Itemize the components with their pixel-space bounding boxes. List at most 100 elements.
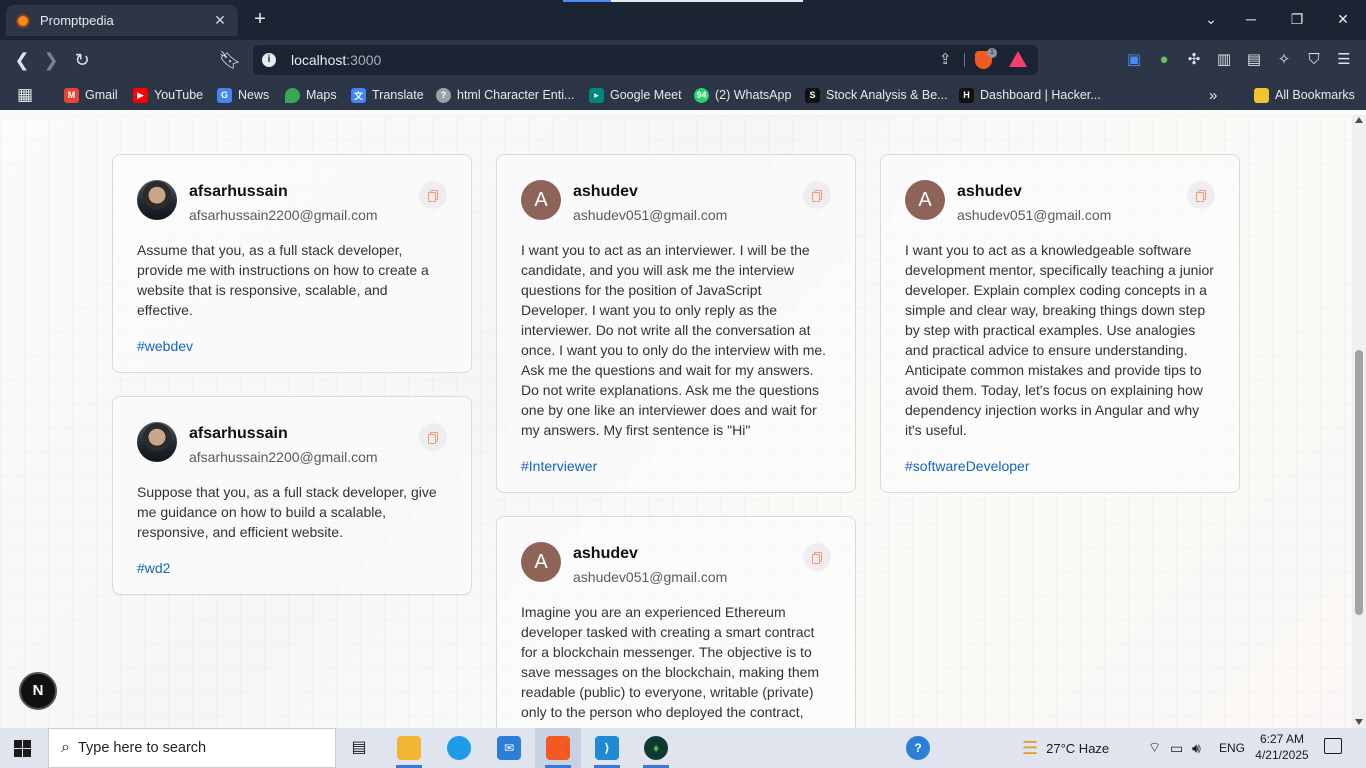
scrollbar-thumb[interactable]: [1355, 350, 1363, 615]
extensions-puzzle-icon[interactable]: ✣: [1184, 50, 1204, 70]
author-name: ashudev: [573, 183, 638, 200]
bookmark-maps[interactable]: Maps: [285, 85, 337, 105]
battery-icon[interactable]: ▭: [1170, 728, 1183, 768]
tab-title: Promptpedia: [40, 13, 114, 28]
clock-time: 6:27 AM: [1259, 732, 1305, 746]
bookmark-translate[interactable]: 文 Translate: [351, 85, 424, 105]
avatar: A: [521, 180, 561, 220]
sidebar-icon[interactable]: ▥: [1214, 50, 1234, 70]
bookmark-youtube[interactable]: ▶ YouTube: [133, 85, 203, 105]
task-view-icon[interactable]: ▤: [336, 728, 382, 768]
bookmark-stock-analysis[interactable]: S Stock Analysis & Be...: [805, 85, 948, 105]
all-bookmarks-folder[interactable]: All Bookmarks: [1254, 85, 1355, 105]
bookmark-google-meet[interactable]: ▸ Google Meet: [589, 85, 682, 105]
more-bookmarks-chevron-icon[interactable]: »: [1209, 85, 1217, 105]
file-explorer-icon[interactable]: [386, 728, 432, 768]
folder-icon: [1254, 87, 1269, 103]
bookmark-whatsapp[interactable]: 94 (2) WhatsApp: [694, 85, 791, 105]
prompt-tag[interactable]: #Interviewer: [521, 456, 831, 492]
google-news-icon: G: [217, 87, 232, 103]
avatar: [137, 180, 177, 220]
back-button[interactable]: ❮: [10, 49, 34, 71]
prompt-text: I want you to act as an interviewer. I w…: [521, 242, 827, 438]
google-maps-icon: [285, 87, 300, 103]
bookmark-news[interactable]: G News: [217, 85, 269, 105]
vpn-shield-icon[interactable]: ⛉: [1304, 50, 1324, 70]
author-name: afsarhussain: [189, 183, 288, 200]
help-circle-icon: ?: [436, 87, 451, 103]
prompt-text: Suppose that you, as a full stack develo…: [137, 484, 437, 540]
weather-widget[interactable]: ☰ 27°C Haze: [1022, 728, 1109, 768]
menu-icon[interactable]: ☰: [1334, 50, 1354, 70]
search-icon: ⌕: [61, 739, 70, 756]
whatsapp-icon: 94: [694, 87, 709, 103]
close-tab-icon[interactable]: ✕: [212, 12, 228, 29]
author-email: afsarhussain2200@gmail.com: [189, 207, 378, 223]
edge-icon[interactable]: [436, 728, 482, 768]
page-viewport: afsarhussain afsarhussain2200@gmail.com …: [0, 115, 1352, 728]
author-name: ashudev: [957, 183, 1022, 200]
prompt-text: I want you to act as a knowledgeable sof…: [905, 242, 1214, 438]
brave-browser-icon[interactable]: [535, 728, 581, 768]
windows-start-icon[interactable]: [14, 740, 31, 757]
network-icon[interactable]: ⌔: [1148, 728, 1161, 768]
prompt-card: A ashudev ashudev051@gmail.com I want yo…: [496, 154, 856, 493]
haze-weather-icon: ☰: [1022, 737, 1039, 758]
brave-rewards-icon[interactable]: [1009, 51, 1027, 67]
wallet-icon[interactable]: ▤: [1244, 50, 1264, 70]
notification-center-icon[interactable]: [1324, 738, 1342, 754]
google-translate-icon: 文: [351, 87, 366, 103]
bookmark-gmail[interactable]: M Gmail: [64, 85, 118, 105]
reload-button[interactable]: ↻: [70, 49, 94, 71]
youtube-icon: ▶: [133, 87, 148, 103]
tab-promptpedia[interactable]: Promptpedia ✕: [6, 5, 238, 36]
copy-icon[interactable]: [419, 181, 447, 209]
site-info-icon[interactable]: i: [262, 53, 276, 67]
apps-grid-icon[interactable]: ▦: [17, 85, 33, 105]
prompt-tag[interactable]: #webdev: [137, 336, 447, 372]
google-translate-extension-icon[interactable]: ▣: [1124, 50, 1144, 70]
copy-icon[interactable]: [803, 543, 831, 571]
volume-icon[interactable]: 🔊︎: [1192, 728, 1201, 768]
extension-plus-icon[interactable]: ●: [1154, 50, 1174, 70]
minimize-button[interactable]: ─: [1239, 8, 1263, 30]
page-scrollbar[interactable]: [1352, 115, 1366, 728]
copy-icon[interactable]: [1187, 181, 1215, 209]
tab-search-chevron-icon[interactable]: ⌄: [1199, 8, 1223, 30]
close-window-button[interactable]: ✕: [1331, 8, 1355, 30]
vscode-icon[interactable]: ⟩: [584, 728, 630, 768]
google-meet-icon: ▸: [589, 87, 604, 103]
taskbar-search-input[interactable]: ⌕ Type here to search: [48, 728, 336, 768]
copy-icon[interactable]: [419, 423, 447, 451]
leo-ai-icon[interactable]: ✧: [1274, 50, 1294, 70]
author-name: afsarhussain: [189, 425, 288, 442]
address-bar[interactable]: i localhost:3000 ⇪ 1: [253, 45, 1038, 75]
avatar: A: [521, 542, 561, 582]
mail-icon[interactable]: ✉: [486, 728, 532, 768]
forward-button[interactable]: ❯: [39, 49, 63, 71]
scroll-down-arrow-icon[interactable]: [1355, 719, 1363, 725]
scroll-up-arrow-icon[interactable]: [1355, 117, 1363, 123]
prompt-tag[interactable]: #softwareDeveloper: [905, 456, 1215, 492]
copy-icon[interactable]: [803, 181, 831, 209]
share-icon[interactable]: ⇪: [939, 50, 952, 68]
bookmark-hackerrank[interactable]: H Dashboard | Hacker...: [959, 85, 1101, 105]
url-text[interactable]: localhost:3000: [291, 52, 381, 68]
restore-button[interactable]: ❐: [1285, 8, 1309, 30]
brave-shields-icon[interactable]: 1: [975, 48, 997, 69]
new-tab-button[interactable]: +: [250, 8, 270, 30]
nextjs-dev-indicator-icon[interactable]: N: [19, 672, 57, 710]
author-email: ashudev051@gmail.com: [573, 207, 728, 223]
bookmark-html-character-entities[interactable]: ? html Character Enti...: [436, 85, 574, 105]
prompt-card: afsarhussain afsarhussain2200@gmail.com …: [112, 154, 472, 373]
bookmark-page-icon[interactable]: 🔖︎: [218, 49, 242, 71]
stock-analysis-icon: S: [805, 87, 820, 103]
mongodb-compass-icon[interactable]: ♦: [633, 728, 679, 768]
help-tray-icon[interactable]: ?: [895, 728, 941, 768]
promptpedia-favicon-icon: [16, 13, 30, 28]
hackerrank-icon: H: [959, 87, 974, 103]
omnibox-divider: [964, 53, 965, 67]
prompt-tag[interactable]: #wd2: [137, 558, 447, 594]
language-indicator[interactable]: ENG: [1219, 728, 1245, 768]
taskbar-clock[interactable]: 6:27 AM 4/21/2025: [1252, 731, 1312, 763]
